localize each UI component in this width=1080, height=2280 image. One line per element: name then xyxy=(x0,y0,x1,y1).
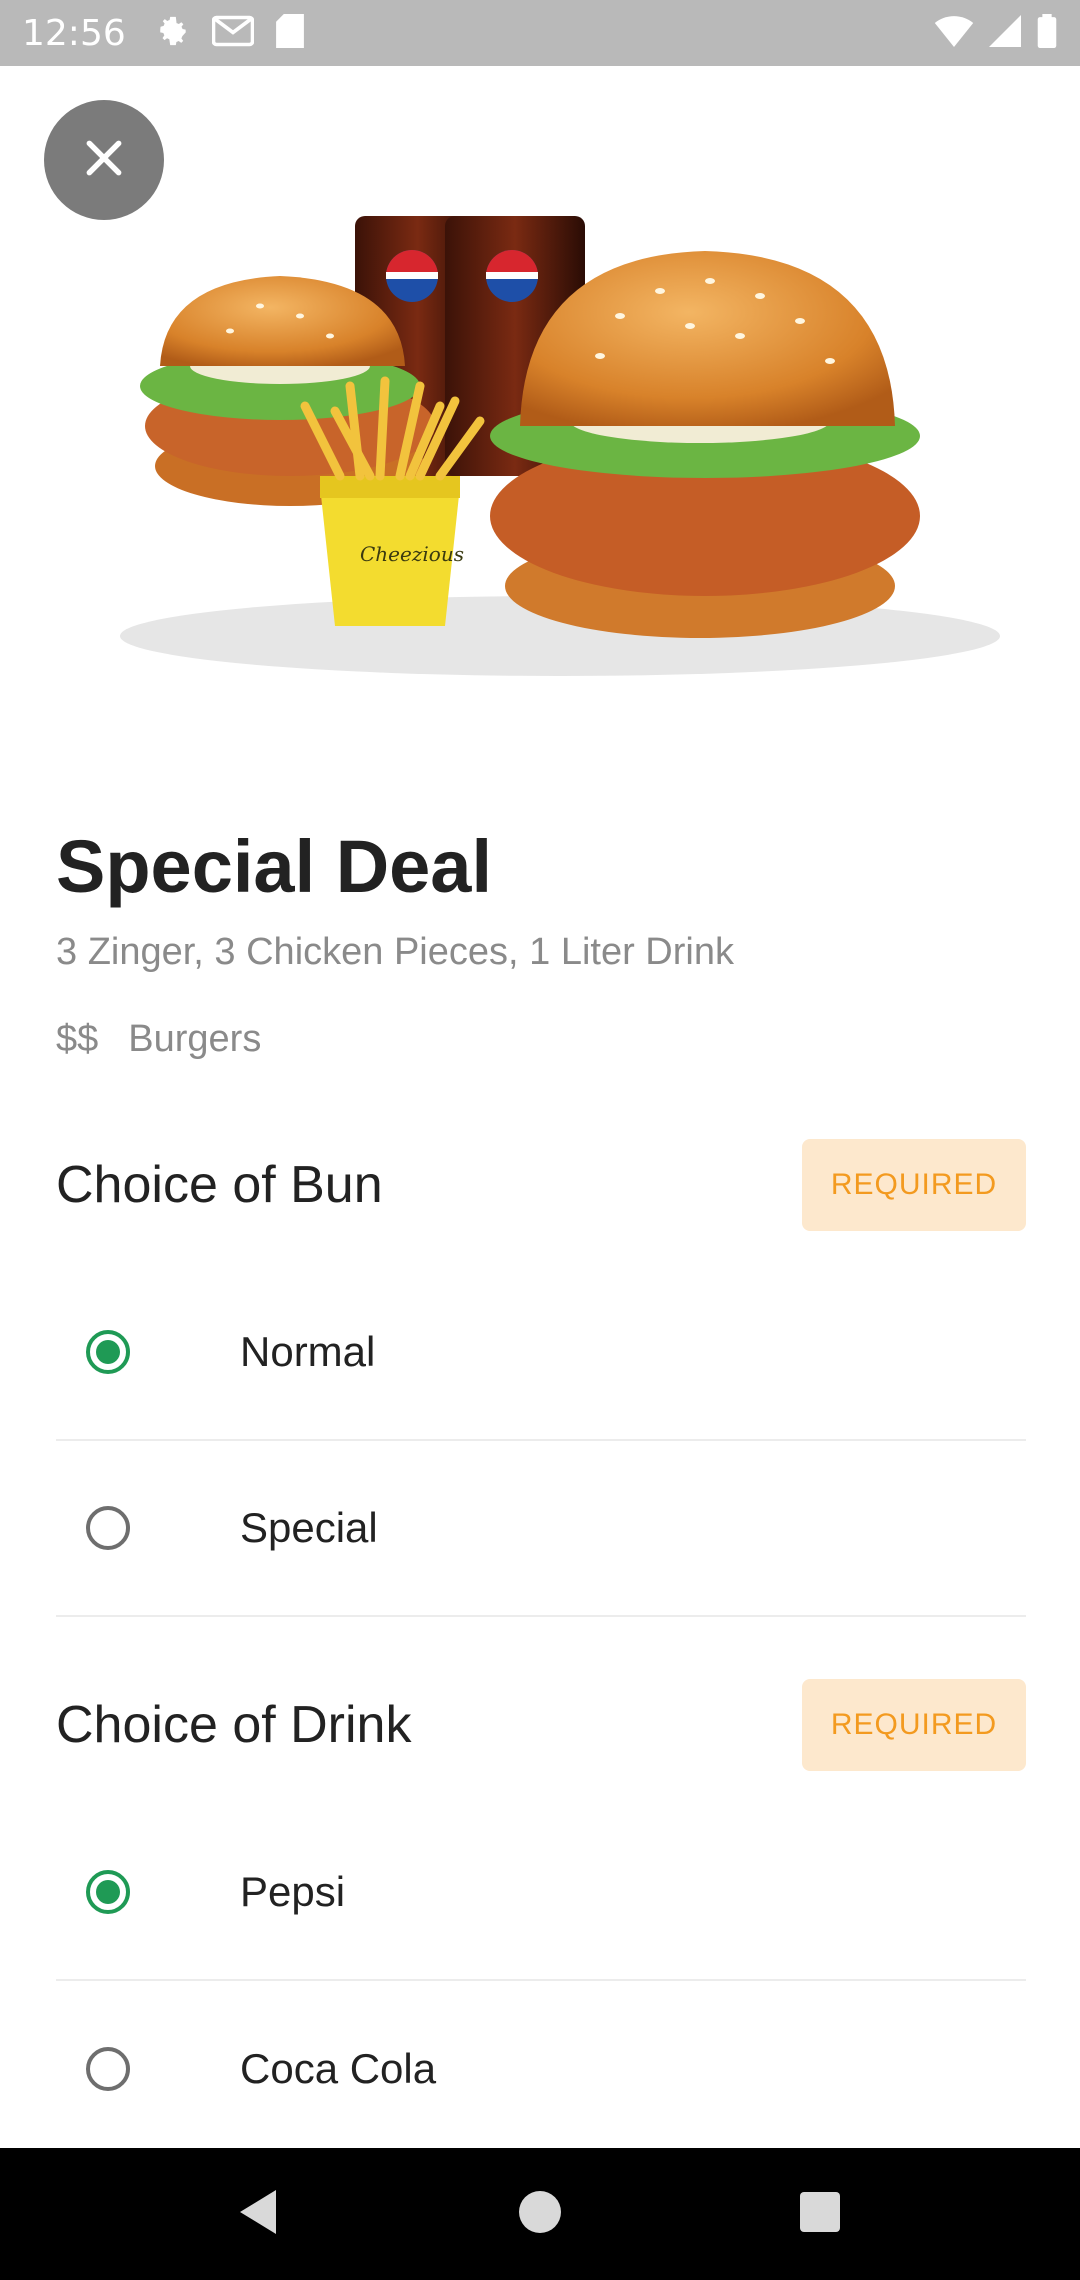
price-level: $$ xyxy=(56,1018,99,1061)
item-meta: $$ Burgers xyxy=(56,1018,1026,1061)
radio-unselected-icon[interactable] xyxy=(86,2047,130,2092)
gear-icon xyxy=(156,14,190,53)
option-coca-cola[interactable]: Coca Cola xyxy=(56,1981,1026,2157)
option-label: Special xyxy=(240,1504,378,1552)
option-pepsi[interactable]: Pepsi xyxy=(56,1805,1026,1982)
radio-selected-icon[interactable] xyxy=(86,1870,130,1915)
section-title: Choice of Bun xyxy=(56,1156,383,1215)
close-icon xyxy=(82,136,126,185)
item-title: Special Deal xyxy=(56,825,493,908)
item-description: 3 Zinger, 3 Chicken Pieces, 1 Liter Drin… xyxy=(56,931,734,974)
required-badge: REQUIRED xyxy=(802,1679,1026,1772)
item-category: Burgers xyxy=(128,1018,262,1061)
recents-icon[interactable] xyxy=(800,2191,841,2237)
system-nav-bar xyxy=(0,2148,1080,2280)
status-time: 12:56 xyxy=(22,12,126,54)
section-title: Choice of Drink xyxy=(56,1696,412,1755)
section-choice-of-bun: Choice of Bun REQUIRED Normal Special xyxy=(56,1139,1026,1618)
svg-text:Cheezious: Cheezious xyxy=(360,542,464,566)
close-button[interactable] xyxy=(44,100,164,220)
option-label: Normal xyxy=(240,1328,376,1376)
wifi-icon xyxy=(934,15,974,52)
item-details: Special Deal 3 Zinger, 3 Chicken Pieces,… xyxy=(56,756,1026,2157)
option-normal[interactable]: Normal xyxy=(56,1265,1026,1442)
battery-icon xyxy=(1036,13,1058,53)
back-icon[interactable] xyxy=(239,2189,280,2239)
gmail-icon xyxy=(211,15,255,52)
option-label: Pepsi xyxy=(240,1868,346,1916)
signal-icon xyxy=(988,14,1022,52)
required-badge: REQUIRED xyxy=(802,1139,1026,1232)
radio-selected-icon[interactable] xyxy=(86,1330,130,1375)
section-choice-of-drink: Choice of Drink REQUIRED Pepsi Coca Cola xyxy=(56,1679,1026,2157)
home-icon[interactable] xyxy=(518,2190,561,2238)
status-bar: 12:56 xyxy=(0,0,1080,66)
radio-unselected-icon[interactable] xyxy=(86,1506,130,1551)
option-label: Coca Cola xyxy=(240,2045,437,2093)
option-special[interactable]: Special xyxy=(56,1441,1026,1618)
sd-card-icon xyxy=(275,13,304,53)
option-list: Pepsi Coca Cola xyxy=(56,1805,1026,2157)
option-list: Normal Special xyxy=(56,1265,1026,1618)
